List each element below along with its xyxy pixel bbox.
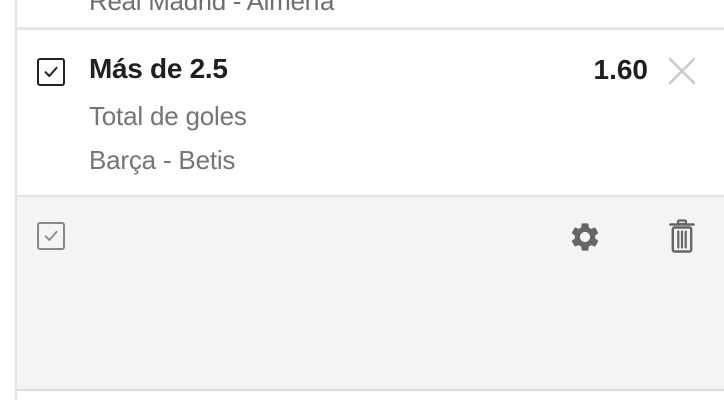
betslip-panel: Real Madrid - Almería Más de 2.5 1.60 To… xyxy=(15,0,724,400)
bet-checkbox[interactable] xyxy=(37,58,65,86)
select-all-checkbox[interactable] xyxy=(37,222,65,250)
checkmark-icon xyxy=(44,66,58,77)
checkbox-icon xyxy=(44,230,58,241)
remove-bet-button[interactable] xyxy=(667,56,697,86)
close-icon xyxy=(668,57,696,85)
bet-selection: Más de 2.5 xyxy=(89,53,228,84)
betslip-actions-bar xyxy=(17,197,724,391)
bet-odds: 1.60 xyxy=(593,54,649,85)
bet-market: Total de goles xyxy=(89,101,247,131)
delete-all-button[interactable] xyxy=(669,219,695,253)
bet-item[interactable]: Más de 2.5 1.60 Total de goles Barça - B… xyxy=(17,33,724,197)
gear-icon xyxy=(571,223,599,251)
trash-icon xyxy=(669,219,695,253)
previous-bet-match: Real Madrid - Almería xyxy=(89,0,335,16)
settings-button[interactable] xyxy=(568,220,602,254)
previous-bet-item[interactable]: Real Madrid - Almería xyxy=(17,0,724,30)
bet-match: Barça - Betis xyxy=(89,145,236,175)
